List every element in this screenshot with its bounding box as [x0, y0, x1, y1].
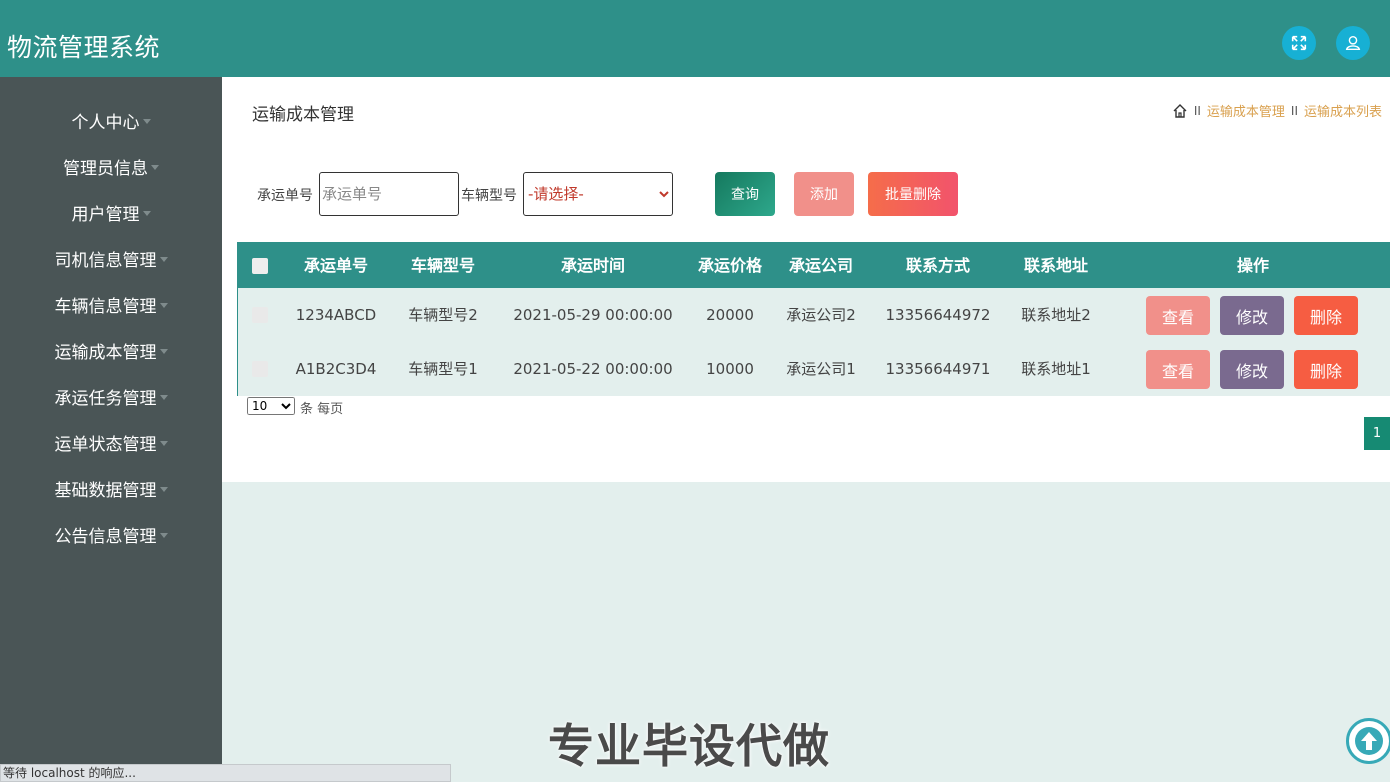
row-checkbox[interactable]: [252, 361, 268, 377]
cell-phone: 13356644972: [885, 306, 991, 324]
cell-order-number: 1234ABCD: [295, 306, 377, 324]
breadcrumb-separator: II: [1290, 103, 1298, 118]
column-header: 承运公司: [788, 256, 853, 275]
cell-vehicle-model: 车辆型号2: [408, 306, 478, 324]
breadcrumb: II 运输成本管理 II 运输成本列表: [1172, 101, 1382, 120]
breadcrumb-item[interactable]: 运输成本列表: [1304, 101, 1382, 120]
column-header: 操作: [1236, 256, 1269, 275]
app-title: 物流管理系统: [7, 33, 161, 62]
per-page-label: 条 每页: [300, 402, 344, 417]
cell-price: 10000: [706, 360, 754, 378]
caret-down-icon: [159, 533, 168, 538]
order-number-input[interactable]: [319, 172, 459, 216]
sidebar-item-label: 管理员信息: [63, 158, 148, 179]
view-button[interactable]: 查看: [1146, 350, 1210, 389]
delete-button[interactable]: 删除: [1294, 350, 1358, 389]
cell-address: 联系地址2: [1021, 306, 1091, 324]
batch-delete-button[interactable]: 批量删除: [868, 172, 958, 216]
sidebar-item-label: 承运任务管理: [54, 388, 157, 409]
table-header: 承运单号 车辆型号 承运时间 承运价格 承运公司 联系方式 联系地址 操作: [238, 243, 1390, 288]
sidebar-item-base-data[interactable]: 基础数据管理: [0, 468, 222, 508]
caret-down-icon: [159, 257, 168, 262]
caret-down-icon: [159, 349, 168, 354]
column-header: 承运价格: [697, 256, 762, 275]
table-row: A1B2C3D4 车辆型号1 2021-05-22 00:00:00 10000…: [238, 342, 1390, 396]
sidebar-item-label: 运输成本管理: [54, 342, 157, 363]
cell-order-number: A1B2C3D4: [295, 360, 377, 378]
delete-button[interactable]: 删除: [1294, 296, 1358, 335]
cell-vehicle-model: 车辆型号1: [408, 360, 478, 378]
arrow-up-icon: [1355, 727, 1383, 755]
sidebar-item-label: 运单状态管理: [54, 434, 157, 455]
breadcrumb-item[interactable]: 运输成本管理: [1207, 101, 1285, 120]
sidebar-item-label: 个人中心: [71, 112, 140, 133]
sidebar-item-carrier-tasks[interactable]: 承运任务管理: [0, 376, 222, 416]
data-table: 承运单号 车辆型号 承运时间 承运价格 承运公司 联系方式 联系地址 操作 12…: [237, 242, 1390, 396]
query-button[interactable]: 查询: [715, 172, 775, 216]
table-row: 1234ABCD 车辆型号2 2021-05-29 00:00:00 20000…: [238, 288, 1390, 342]
scroll-top-button[interactable]: [1346, 718, 1390, 764]
edit-button[interactable]: 修改: [1220, 296, 1284, 335]
caret-down-icon: [142, 119, 151, 124]
watermark-text: 专业毕设代做: [548, 719, 830, 773]
caret-down-icon: [159, 395, 168, 400]
caret-down-icon: [142, 211, 151, 216]
sidebar-item-label: 用户管理: [71, 204, 140, 225]
user-icon: [1345, 35, 1361, 51]
cell-carrier-time: 2021-05-22 00:00:00: [513, 360, 673, 378]
vehicle-model-label: 车辆型号: [461, 188, 517, 204]
sidebar-item-drivers[interactable]: 司机信息管理: [0, 238, 222, 278]
caret-down-icon: [159, 303, 168, 308]
sidebar-item-admin[interactable]: 管理员信息: [0, 146, 222, 186]
sidebar-item-users[interactable]: 用户管理: [0, 192, 222, 232]
home-icon[interactable]: [1172, 103, 1188, 119]
column-header: 联系地址: [1023, 256, 1088, 275]
column-header: 车辆型号: [410, 256, 475, 275]
row-checkbox[interactable]: [252, 307, 268, 323]
column-header: 联系方式: [905, 256, 970, 275]
sidebar-item-profile[interactable]: 个人中心: [0, 100, 222, 140]
select-all-checkbox[interactable]: [252, 258, 268, 274]
sidebar-item-label: 基础数据管理: [54, 480, 157, 501]
cell-carrier-time: 2021-05-29 00:00:00: [513, 306, 673, 324]
column-header: 承运时间: [560, 256, 625, 275]
sidebar-item-label: 司机信息管理: [54, 250, 157, 271]
page-size-select[interactable]: 10: [247, 397, 295, 415]
edit-button[interactable]: 修改: [1220, 350, 1284, 389]
breadcrumb-separator: II: [1193, 103, 1201, 118]
fullscreen-button[interactable]: [1282, 26, 1316, 60]
sidebar-item-label: 车辆信息管理: [54, 296, 157, 317]
browser-status-bar: 等待 localhost 的响应...: [0, 764, 451, 782]
sidebar-item-vehicles[interactable]: 车辆信息管理: [0, 284, 222, 324]
top-header: 物流管理系统: [0, 0, 1390, 77]
view-button[interactable]: 查看: [1146, 296, 1210, 335]
sidebar-item-transport-cost[interactable]: 运输成本管理: [0, 330, 222, 370]
cell-company: 承运公司2: [786, 306, 856, 324]
caret-down-icon: [159, 441, 168, 446]
cell-company: 承运公司1: [786, 360, 856, 378]
expand-icon: [1291, 35, 1307, 51]
page-number-button[interactable]: 1: [1364, 417, 1390, 450]
caret-down-icon: [159, 487, 168, 492]
page-title: 运输成本管理: [252, 105, 354, 125]
column-header: 承运单号: [303, 256, 368, 275]
user-button[interactable]: [1336, 26, 1370, 60]
cell-price: 20000: [706, 306, 754, 324]
add-button[interactable]: 添加: [794, 172, 854, 216]
vehicle-model-select[interactable]: -请选择-: [523, 172, 673, 216]
cell-address: 联系地址1: [1021, 360, 1091, 378]
sidebar-item-label: 公告信息管理: [54, 526, 157, 547]
sidebar: 个人中心 管理员信息 用户管理 司机信息管理 车辆信息管理 运输成本管理 承运任…: [0, 77, 222, 782]
order-number-label: 承运单号: [257, 188, 313, 204]
main-panel: 运输成本管理 II 运输成本管理 II 运输成本列表 承运单号 车辆型号 -请选…: [222, 77, 1390, 482]
caret-down-icon: [151, 165, 159, 170]
cell-phone: 13356644971: [885, 360, 991, 378]
sidebar-item-waybill-status[interactable]: 运单状态管理: [0, 422, 222, 462]
sidebar-item-announcements[interactable]: 公告信息管理: [0, 514, 222, 554]
